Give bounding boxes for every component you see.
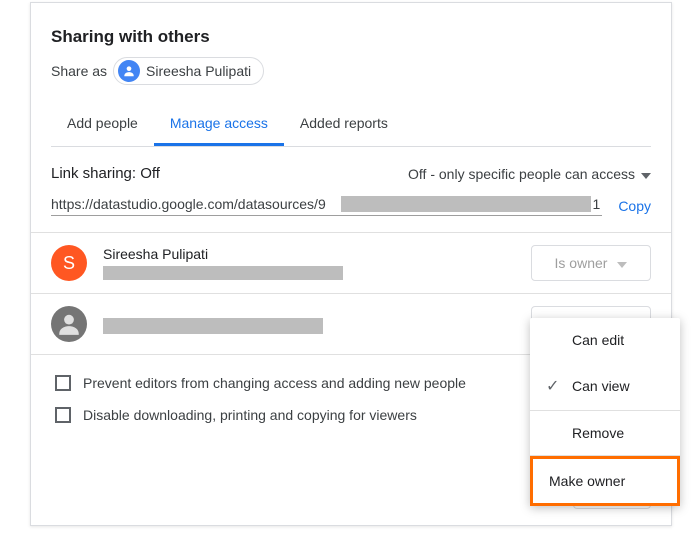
dropdown-item-label: Remove [572, 425, 624, 441]
caret-down-icon [641, 166, 651, 182]
link-sharing-state-text: Off - only specific people can access [408, 166, 635, 182]
tab-add-people[interactable]: Add people [51, 103, 154, 146]
link-sharing-section: Link sharing: Off Off - only specific pe… [31, 153, 671, 233]
dropdown-item-label: Can view [572, 378, 630, 394]
dropdown-can-edit[interactable]: Can edit [530, 318, 680, 362]
role-dropdown-menu: Can edit ✓ Can view Remove Make owner [530, 318, 680, 506]
share-url-trailing: 1 [591, 196, 601, 212]
dropdown-remove[interactable]: Remove [530, 411, 680, 455]
caret-down-icon [617, 255, 627, 271]
share-url-text: https://datastudio.google.com/datasource… [51, 196, 326, 212]
dropdown-make-owner[interactable]: Make owner [530, 456, 680, 506]
check-icon: ✓ [546, 376, 562, 396]
checkbox-icon[interactable] [55, 375, 71, 391]
share-as-label: Share as [51, 63, 107, 79]
dropdown-can-view[interactable]: ✓ Can view [530, 362, 680, 410]
share-as-row: Share as Sireesha Pulipati [51, 57, 651, 85]
person-name: Sireesha Pulipati [103, 246, 531, 262]
share-url-field[interactable]: https://datastudio.google.com/datasource… [51, 196, 602, 216]
person-info: Sireesha Pulipati [103, 246, 531, 280]
option-label: Disable downloading, printing and copyin… [83, 407, 417, 423]
person-row: S Sireesha Pulipati Is owner [31, 233, 671, 294]
user-avatar-icon [118, 60, 140, 82]
person-info [103, 314, 531, 334]
checkbox-icon[interactable] [55, 407, 71, 423]
redacted-email [103, 266, 343, 280]
redacted-name [103, 318, 323, 334]
role-label: Is owner [555, 255, 608, 271]
tab-added-reports[interactable]: Added reports [284, 103, 404, 146]
avatar-placeholder-icon [51, 306, 87, 342]
dialog-header: Sharing with others Share as Sireesha Pu… [31, 3, 671, 153]
tab-manage-access[interactable]: Manage access [154, 103, 284, 146]
dialog-title: Sharing with others [51, 27, 651, 47]
redacted-url-segment [341, 196, 592, 212]
avatar-initial: S [51, 245, 87, 281]
dropdown-item-label: Make owner [549, 473, 625, 489]
tabs: Add people Manage access Added reports [51, 103, 651, 147]
copy-button[interactable]: Copy [618, 198, 651, 214]
dropdown-item-label: Can edit [572, 332, 624, 348]
role-selector-owner[interactable]: Is owner [531, 245, 651, 281]
share-as-chip[interactable]: Sireesha Pulipati [113, 57, 264, 85]
link-sharing-label: Link sharing: Off [51, 165, 160, 182]
share-as-name: Sireesha Pulipati [146, 63, 251, 79]
link-sharing-dropdown[interactable]: Off - only specific people can access [408, 166, 651, 182]
option-label: Prevent editors from changing access and… [83, 375, 466, 391]
